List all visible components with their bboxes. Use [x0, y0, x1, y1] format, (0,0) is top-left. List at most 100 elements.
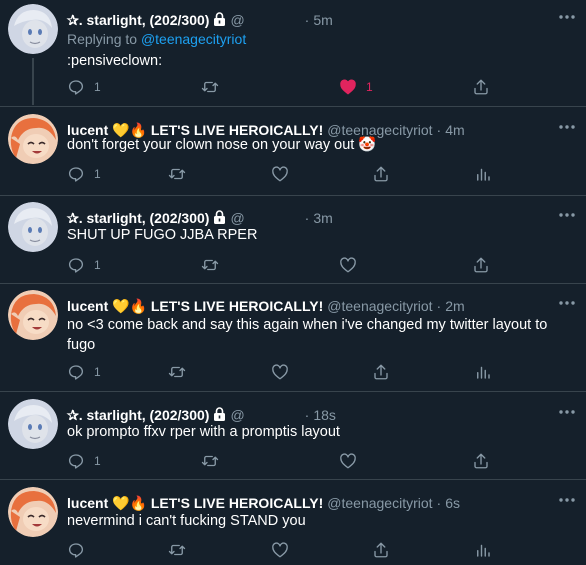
- retweet-icon: [168, 168, 186, 180]
- display-name[interactable]: ✰. starlight, (202/300): [67, 12, 209, 29]
- like-button[interactable]: [271, 361, 298, 383]
- replying-to-label: Replying to: [67, 31, 141, 47]
- share-icon: [374, 542, 388, 558]
- tweet-actions: 1: [67, 254, 567, 276]
- conversation-thread: ✰. starlight, (202/300) @ · 5m Replying …: [0, 0, 586, 565]
- reply-count: 1: [94, 167, 101, 181]
- share-icon: [474, 257, 488, 273]
- more-icon[interactable]: [558, 493, 576, 507]
- retweet-button[interactable]: [201, 254, 228, 276]
- tweet-starlight-1[interactable]: ✰. starlight, (202/300) @ · 5m Replying …: [0, 4, 586, 98]
- retweet-button[interactable]: [168, 163, 195, 185]
- separator-dot: ·: [436, 298, 442, 314]
- share-icon: [474, 453, 488, 469]
- display-name[interactable]: lucent 💛🔥 LET'S LIVE HEROICALLY!: [67, 495, 323, 512]
- analytics-icon: [477, 168, 490, 181]
- display-name[interactable]: lucent 💛🔥 LET'S LIVE HEROICALLY!: [67, 298, 323, 315]
- like-button[interactable]: [271, 539, 298, 561]
- tweet-divider: [0, 479, 586, 480]
- share-button[interactable]: [372, 539, 390, 561]
- tweet-starlight-3[interactable]: ✰. starlight, (202/300) @ · 18s ok promp…: [0, 399, 586, 479]
- like-button[interactable]: 1: [339, 76, 373, 98]
- separator-dot: ·: [304, 12, 310, 28]
- reply-button[interactable]: 1: [67, 163, 101, 185]
- share-button[interactable]: [472, 450, 490, 472]
- lock-icon: [213, 11, 226, 29]
- retweet-button[interactable]: [168, 539, 195, 561]
- like-icon: [272, 364, 288, 380]
- avatar-starlight[interactable]: [8, 4, 58, 54]
- analytics-button[interactable]: [474, 539, 492, 561]
- handle[interactable]: @teenagecityriot: [327, 298, 432, 314]
- share-icon: [474, 79, 488, 95]
- thread-connector: [32, 58, 34, 105]
- handle[interactable]: @teenagecityriot: [327, 495, 432, 511]
- avatar-lucent[interactable]: [8, 290, 58, 340]
- avatar-starlight[interactable]: [8, 202, 58, 252]
- tweet-lucent-2[interactable]: lucent 💛🔥 LET'S LIVE HEROICALLY! @teenag…: [0, 290, 586, 390]
- like-button[interactable]: [271, 163, 298, 185]
- tweet-text: SHUT UP FUGO JJBA RPER: [67, 227, 258, 243]
- share-button[interactable]: [472, 254, 490, 276]
- timestamp[interactable]: 6s: [445, 495, 460, 511]
- more-icon[interactable]: [558, 405, 576, 419]
- analytics-button[interactable]: [474, 361, 492, 383]
- timestamp[interactable]: 5m: [313, 12, 332, 28]
- reply-button[interactable]: 1: [67, 254, 101, 276]
- more-icon[interactable]: [558, 208, 576, 222]
- retweet-icon: [168, 366, 186, 378]
- more-icon[interactable]: [558, 10, 576, 24]
- like-count: 1: [366, 80, 373, 94]
- avatar-lucent[interactable]: [8, 114, 58, 164]
- reply-button[interactable]: 1: [67, 76, 101, 98]
- tweet-text: ok prompto ffxv rper with a promptis lay…: [67, 424, 340, 440]
- reply-button[interactable]: 1: [67, 450, 101, 472]
- lock-icon: [213, 406, 226, 424]
- reply-count: 1: [94, 454, 101, 468]
- timestamp[interactable]: 18s: [313, 407, 336, 423]
- display-name[interactable]: ✰. starlight, (202/300): [67, 407, 209, 424]
- more-icon[interactable]: [558, 296, 576, 310]
- separator-dot: ·: [304, 210, 310, 226]
- share-icon: [374, 364, 388, 380]
- tweet-text: no <3 come back and say this again when …: [67, 317, 548, 353]
- share-button[interactable]: [372, 163, 390, 185]
- reply-count: 1: [94, 80, 101, 94]
- share-button[interactable]: [372, 361, 390, 383]
- retweet-button[interactable]: [201, 450, 228, 472]
- like-icon: [340, 79, 356, 95]
- tweet-text: :pensiveclown:: [67, 53, 163, 69]
- avatar-lucent[interactable]: [8, 487, 58, 537]
- like-button[interactable]: [339, 254, 366, 276]
- tweet-divider: [0, 391, 586, 392]
- timestamp[interactable]: 3m: [313, 210, 332, 226]
- reply-button[interactable]: [67, 539, 94, 561]
- analytics-icon: [477, 544, 490, 557]
- retweet-button[interactable]: [201, 76, 228, 98]
- analytics-icon: [477, 366, 490, 379]
- like-button[interactable]: [339, 450, 366, 472]
- retweet-icon: [201, 81, 219, 93]
- tweet-divider: [0, 195, 586, 196]
- tweet-starlight-2[interactable]: ✰. starlight, (202/300) @ · 3m SHUT UP F…: [0, 202, 586, 282]
- more-icon[interactable]: [558, 120, 576, 134]
- analytics-button[interactable]: [474, 163, 492, 185]
- tweet-actions: 1 1: [67, 76, 567, 98]
- like-icon: [272, 542, 288, 558]
- tweet-text: don't forget your clown nose on your way…: [67, 137, 377, 153]
- reply-icon: [68, 365, 84, 380]
- reply-button[interactable]: 1: [67, 361, 101, 383]
- share-icon: [374, 166, 388, 182]
- display-name[interactable]: ✰. starlight, (202/300): [67, 210, 209, 227]
- timestamp[interactable]: 2m: [445, 298, 464, 314]
- handle[interactable]: @: [230, 12, 244, 28]
- handle[interactable]: @: [230, 407, 244, 423]
- handle[interactable]: @: [230, 210, 244, 226]
- tweet-lucent-1[interactable]: lucent 💛🔥 LET'S LIVE HEROICALLY! @teenag…: [0, 114, 586, 194]
- share-button[interactable]: [472, 76, 490, 98]
- replying-to-handle-link[interactable]: @teenagecityriot: [141, 31, 246, 47]
- avatar-starlight[interactable]: [8, 399, 58, 449]
- tweet-lucent-3[interactable]: lucent 💛🔥 LET'S LIVE HEROICALLY! @teenag…: [0, 487, 586, 565]
- retweet-button[interactable]: [168, 361, 195, 383]
- like-icon: [340, 453, 356, 469]
